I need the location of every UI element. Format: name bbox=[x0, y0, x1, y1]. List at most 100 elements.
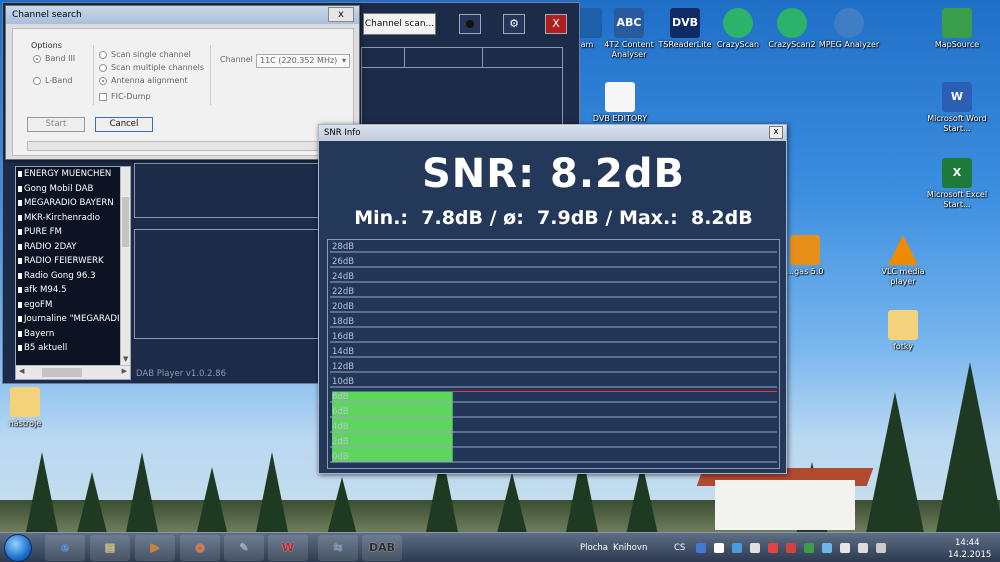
desktop-icon-label: MPEG Analyzer bbox=[818, 40, 880, 49]
info-panel-header bbox=[362, 48, 562, 68]
station-list-item[interactable]: egoFM bbox=[16, 298, 120, 313]
dialog-close-button[interactable]: x bbox=[328, 7, 354, 22]
paint-icon: ✎ bbox=[239, 541, 249, 554]
station-list-item[interactable]: MKR-Kirchenradio bbox=[16, 211, 120, 226]
y-tick-label: 20dB bbox=[332, 302, 354, 312]
station-list[interactable]: ENERGY MUENCHEN Gong Mobil DAB MEGARADIO B… bbox=[15, 166, 131, 380]
taskbar: e ▤ ▶ ◉ ✎ W ⇆ DAB Plocha Knihovn CS 14:44 14.2.… bbox=[0, 532, 1000, 562]
desktop-icon-mpeg[interactable]: MPEG Analyzer bbox=[814, 8, 884, 50]
scan-single-radio[interactable] bbox=[99, 51, 107, 59]
map-icon bbox=[942, 8, 972, 38]
station-list-item[interactable]: Radio Gong 96.3 bbox=[16, 269, 120, 284]
desktop-icon-excel[interactable]: X Microsoft Excel Start... bbox=[922, 158, 992, 210]
y-tick-label: 18dB bbox=[332, 317, 354, 327]
folder-icon bbox=[10, 387, 40, 417]
desktop-icon-label: CrazyScan2 bbox=[768, 40, 816, 49]
station-list-item[interactable]: MEGARADIO BAYERN bbox=[16, 196, 120, 211]
tray-icon[interactable] bbox=[876, 543, 886, 553]
y-tick-label: 6dB bbox=[332, 407, 349, 417]
vertical-scrollbar[interactable]: ▼ bbox=[120, 167, 130, 365]
ie-icon: e bbox=[61, 541, 69, 554]
taskbar-app-firefox[interactable]: ◉ bbox=[180, 535, 220, 561]
fic-dump-label: FIC-Dump bbox=[111, 92, 151, 101]
taskbar-app-w[interactable]: W bbox=[268, 535, 308, 561]
desktop-icon-fotky[interactable]: fotky bbox=[868, 310, 938, 352]
snr-close-button[interactable]: x bbox=[769, 126, 783, 139]
tray-icon[interactable] bbox=[804, 543, 814, 553]
station-list-item[interactable]: RADIO 2DAY bbox=[16, 240, 120, 255]
taskbar-app-ie[interactable]: e bbox=[45, 535, 85, 561]
record-button[interactable] bbox=[459, 14, 481, 34]
desktop-icon-label: MapSource bbox=[934, 40, 980, 49]
media-icon: ▶ bbox=[150, 541, 160, 554]
start-button[interactable]: Start bbox=[27, 117, 85, 132]
y-tick-label: 10dB bbox=[332, 377, 354, 387]
scroll-left-icon[interactable]: ◀ bbox=[19, 367, 24, 375]
antenna-radio[interactable] bbox=[99, 77, 107, 85]
y-tick-label: 2dB bbox=[332, 437, 349, 447]
snr-graph: 28dB 26dB 24dB 22dB 20dB 18dB 16dB 14dB 12dB 10dB… bbox=[327, 239, 780, 469]
tray-icon[interactable] bbox=[750, 543, 760, 553]
fic-dump-checkbox[interactable] bbox=[99, 93, 107, 101]
taskbar-app-network[interactable]: ⇆ bbox=[318, 535, 358, 561]
band3-radio[interactable] bbox=[33, 55, 41, 63]
tray-icon[interactable] bbox=[840, 543, 850, 553]
lband-radio[interactable] bbox=[33, 77, 41, 85]
library-toolbar-label[interactable]: Knihovn bbox=[613, 543, 647, 553]
clock-date[interactable]: 14.2.2015 bbox=[948, 550, 991, 560]
taskbar-app-dab[interactable]: DAB bbox=[362, 535, 402, 561]
cancel-button[interactable]: Cancel bbox=[95, 117, 153, 132]
snr-value: SNR: 8.2dB bbox=[422, 151, 685, 197]
desktop-icon-mapsource[interactable]: MapSource bbox=[922, 8, 992, 50]
firefox-icon: ◉ bbox=[195, 541, 205, 554]
y-tick-label: 12dB bbox=[332, 362, 354, 372]
scroll-thumb[interactable] bbox=[42, 368, 82, 377]
tray-icon[interactable] bbox=[822, 543, 832, 553]
desktop-icon-word[interactable]: W Microsoft Word Start... bbox=[922, 82, 992, 134]
scroll-down-icon[interactable]: ▼ bbox=[123, 355, 128, 363]
scan-multiple-radio[interactable] bbox=[99, 64, 107, 72]
channel-scan-button[interactable]: Channel scan... bbox=[363, 13, 436, 35]
tray-icon[interactable] bbox=[732, 543, 742, 553]
tray-icon[interactable] bbox=[714, 543, 724, 553]
station-list-item[interactable]: PURE FM bbox=[16, 225, 120, 240]
scroll-thumb[interactable] bbox=[122, 197, 129, 247]
station-list-item[interactable]: Bayern bbox=[16, 327, 120, 342]
band3-label: Band III bbox=[45, 54, 76, 63]
channel-select[interactable]: 11C (220.352 MHz) ▾ bbox=[256, 54, 350, 68]
desktop-icon-label: nástroje bbox=[8, 419, 42, 428]
desktop-toolbar-label[interactable]: Plocha bbox=[580, 543, 608, 553]
dialog-title: Channel search bbox=[12, 10, 82, 20]
start-button[interactable] bbox=[4, 534, 32, 562]
clock-time[interactable]: 14:44 bbox=[955, 538, 980, 548]
tray-icon[interactable] bbox=[858, 543, 868, 553]
taskbar-app-paint[interactable]: ✎ bbox=[224, 535, 264, 561]
settings-button[interactable]: ⚙ bbox=[503, 14, 525, 34]
horizontal-scrollbar[interactable]: ◀ ▶ bbox=[16, 365, 130, 379]
station-list-item[interactable]: ENERGY MUENCHEN bbox=[16, 167, 120, 182]
station-list-item[interactable]: afk M94.5 bbox=[16, 283, 120, 298]
desktop-icon-vlc[interactable]: VLC media player bbox=[868, 235, 938, 287]
tray-icon[interactable] bbox=[768, 543, 778, 553]
scroll-right-icon[interactable]: ▶ bbox=[122, 367, 127, 375]
channel-search-dialog: Channel search x Options Band III L-Band… bbox=[5, 5, 360, 160]
channel-select-value: 11C (220.352 MHz) bbox=[260, 56, 338, 65]
station-list-item[interactable]: Gong Mobil DAB bbox=[16, 182, 120, 197]
language-indicator[interactable]: CS bbox=[674, 543, 685, 553]
tray-icon[interactable] bbox=[786, 543, 796, 553]
taskbar-app-media[interactable]: ▶ bbox=[135, 535, 175, 561]
folder-icon bbox=[888, 310, 918, 340]
desktop-icon-label: CrazyScan bbox=[716, 40, 760, 49]
word-icon: W bbox=[942, 82, 972, 112]
close-button[interactable]: X bbox=[545, 14, 567, 34]
station-list-item[interactable]: RADIO FEIERWERK bbox=[16, 254, 120, 269]
y-tick-label: 14dB bbox=[332, 347, 354, 357]
divider bbox=[482, 48, 483, 68]
desktop-icon-nastroje[interactable]: nástroje bbox=[0, 387, 60, 429]
excel-icon: X bbox=[942, 158, 972, 188]
w-icon: W bbox=[281, 541, 295, 554]
tray-icon[interactable] bbox=[696, 543, 706, 553]
taskbar-app-explorer[interactable]: ▤ bbox=[90, 535, 130, 561]
station-list-item[interactable]: B5 aktuell bbox=[16, 341, 120, 356]
station-list-item[interactable]: Journaline "MEGARADI bbox=[16, 312, 120, 327]
